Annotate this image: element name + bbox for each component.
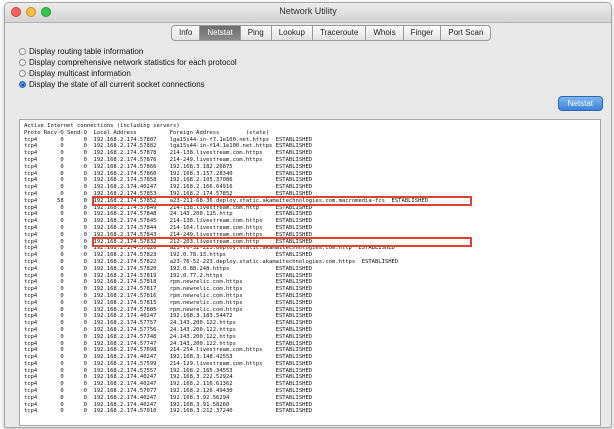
tab-lookup[interactable]: Lookup (271, 25, 313, 41)
option-multicast[interactable]: Display multicast information (19, 68, 237, 79)
output-row: tcp4 0 0 192.168.2.174.40247 192.168.3.1… (24, 354, 313, 361)
netstat-options: Display routing table information Displa… (19, 46, 237, 90)
tab-ping[interactable]: Ping (240, 25, 272, 41)
output-row: tcp4 0 0 192.168.2.174.57698 214-254.liv… (24, 347, 313, 354)
output-header-line: Active Internet connections (including s… (24, 123, 180, 129)
option-label: Display the state of all current socket … (29, 80, 205, 89)
radio-button[interactable] (19, 70, 26, 77)
option-routing-table[interactable]: Display routing table information (19, 46, 237, 57)
output-row: tcp4 0 0 192.168.2.174.57844 214-164.liv… (24, 224, 313, 231)
output-row: tcp4 0 0 192.168.2.174.57860 192.168.3.1… (24, 170, 313, 177)
output-row: tcp4 0 0 192.168.2.174.57823 192.0.78.13… (24, 252, 313, 259)
tab-bar: Info Netstat Ping Lookup Traceroute Whoi… (171, 25, 492, 41)
output-header-line: Proto Recv-Q Send-Q Local Address Foreig… (24, 129, 270, 136)
radio-button[interactable] (19, 59, 26, 66)
output-row: tcp4 0 0 192.168.2.174.57878 214-138.liv… (24, 150, 313, 157)
output-text: Active Internet connections (including s… (24, 123, 428, 415)
tab-finger[interactable]: Finger (403, 25, 442, 41)
radio-button[interactable] (19, 48, 26, 55)
output-row: tcp4 0 0 192.168.2.174.57807 lga15s44-in… (24, 136, 313, 143)
option-socket-connections[interactable]: Display the state of all current socket … (19, 79, 237, 90)
output-row: tcp4 0 0 192.168.2.174.57817 rpm.newreli… (24, 286, 313, 293)
output-row: tcp4 0 0 192.168.2.174.40247 192.168.3.9… (24, 401, 313, 408)
output-row: tcp4 0 0 192.168.2.174.57815 rpm.newreli… (24, 299, 313, 306)
output-row: tcp4 0 0 192.168.2.174.57820 192.0.88.24… (24, 265, 313, 272)
output-row: tcp4 0 0 192.168.2.174.57822 a23-76-52-2… (24, 258, 399, 265)
output-row: tcp4 0 0 192.168.2.174.57557 192.168.2.1… (24, 367, 313, 374)
output-row: tcp4 0 0 192.168.2.174.57866 192.168.3.1… (24, 163, 313, 170)
output-row: tcp4 0 0 192.168.2.174.57010 192.168.3.2… (24, 408, 313, 415)
output-row: tcp4 0 0 192.168.2.174.40247 192.168.2.1… (24, 184, 313, 191)
output-row: tcp4 0 0 192.168.2.174.57748 24.143.200.… (24, 333, 313, 340)
output-row: tcp4 0 0 192.168.2.174.57756 24.143.200.… (24, 326, 313, 333)
tab-info[interactable]: Info (171, 25, 201, 41)
netstat-button[interactable]: Netstat (557, 96, 603, 111)
tab-port-scan[interactable]: Port Scan (441, 25, 492, 41)
netstat-output[interactable]: Active Internet connections (including s… (19, 119, 601, 426)
network-utility-window: Network Utility Info Netstat Ping Lookup… (4, 2, 612, 428)
output-row: tcp4 0 0 192.168.2.174.57816 rpm.newreli… (24, 292, 313, 299)
output-row: tcp4 0 0 192.168.2.174.57819 192.0.77.2.… (24, 272, 313, 279)
output-row: tcp4 0 0 192.168.2.174.57845 214-138.liv… (24, 218, 313, 225)
option-label: Display multicast information (29, 69, 131, 78)
output-row: tcp4 0 0 192.168.2.174.40247 192.168.3.1… (24, 313, 313, 320)
title-bar: Network Utility (5, 3, 611, 23)
output-row: tcp4 0 0 192.168.2.174.57848 24.143.200.… (24, 211, 313, 218)
output-row: tcp4 0 0 192.168.2.174.57757 24.143.200.… (24, 320, 313, 327)
highlight-box (92, 196, 472, 207)
highlight-box (92, 237, 472, 247)
tab-traceroute[interactable]: Traceroute (312, 25, 367, 41)
tab-whois[interactable]: Whois (366, 25, 404, 41)
option-label: Display routing table information (29, 47, 144, 56)
tab-netstat[interactable]: Netstat (200, 25, 241, 41)
window-title: Network Utility (279, 6, 337, 16)
output-row: tcp4 0 0 192.168.2.174.57599 214-129.liv… (24, 360, 313, 367)
output-row: tcp4 0 0 192.168.2.174.57805 rpm.newreli… (24, 306, 313, 313)
output-row: tcp4 0 0 192.168.2.174.40247 192.168.3.2… (24, 374, 313, 381)
option-network-statistics[interactable]: Display comprehensive network statistics… (19, 57, 237, 68)
output-row: tcp4 0 0 192.168.2.174.57882 lga15s44-in… (24, 143, 313, 150)
radio-button-selected[interactable] (19, 81, 26, 88)
output-row: tcp4 0 0 192.168.2.174.57858 192.168.2.1… (24, 177, 313, 184)
output-row: tcp4 0 0 192.168.2.174.57747 24.143.200.… (24, 340, 313, 347)
option-label: Display comprehensive network statistics… (29, 58, 237, 67)
output-row: tcp4 0 0 192.168.2.174.57077 192.168.2.1… (24, 388, 313, 395)
output-row: tcp4 0 0 192.168.2.174.40247 192.168.3.9… (24, 394, 313, 401)
output-row: tcp4 0 0 192.168.2.174.57818 rpm.newreli… (24, 279, 313, 286)
output-row: tcp4 0 0 192.168.2.174.40247 192.168.2.1… (24, 381, 313, 388)
output-row: tcp4 0 0 192.168.2.174.57876 214-249.liv… (24, 156, 313, 163)
